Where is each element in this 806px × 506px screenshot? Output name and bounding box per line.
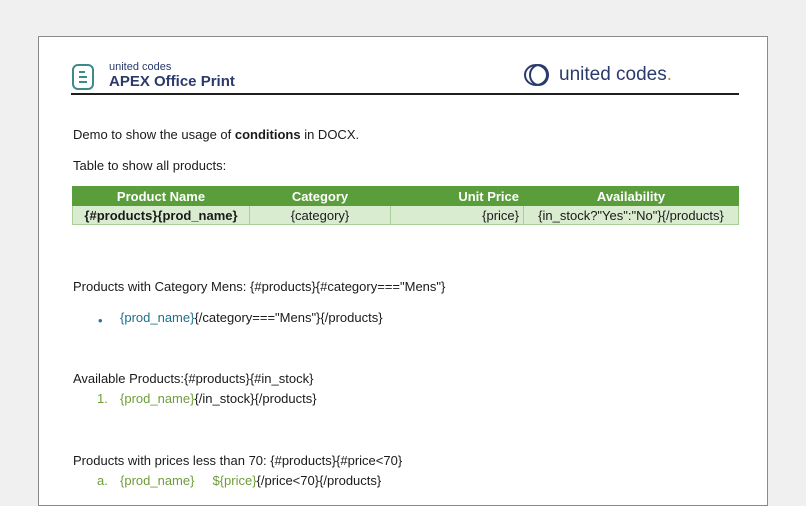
header-unit-price: Unit Price bbox=[390, 186, 524, 206]
brand-small: united codes bbox=[109, 61, 172, 73]
prices-heading: Products with prices less than 70: {#pro… bbox=[73, 453, 403, 468]
wordmark-dot: . bbox=[666, 64, 673, 85]
intro-prefix: Demo to show the usage of bbox=[73, 127, 235, 142]
logo-text: united codes APEX Office Print bbox=[109, 61, 235, 90]
intro-suffix: in DOCX. bbox=[300, 127, 360, 142]
mens-item-rest: {/category==="Mens"}{/products} bbox=[194, 310, 383, 325]
document-icon bbox=[72, 64, 94, 90]
numbered-marker: 1. bbox=[97, 391, 108, 406]
prices-item-price: ${price} bbox=[212, 473, 257, 488]
cell-price: {price} bbox=[390, 205, 524, 225]
document-header: united codes APEX Office Print united co… bbox=[71, 59, 739, 95]
bullet-marker: • bbox=[98, 313, 103, 328]
cell-category: {category} bbox=[249, 205, 391, 225]
united-codes-wordmark: united codes. bbox=[559, 63, 672, 87]
mens-heading: Products with Category Mens: {#products}… bbox=[73, 279, 446, 294]
document-page: united codes APEX Office Print united co… bbox=[38, 36, 768, 506]
available-heading: Available Products:{#products}{#in_stock… bbox=[73, 371, 314, 386]
header-category: Category bbox=[249, 186, 391, 206]
united-codes-logo: united codes. bbox=[523, 63, 703, 87]
mens-item-field: {prod_name} bbox=[120, 310, 195, 325]
wordmark-text: united codes bbox=[559, 64, 667, 85]
available-list-item: {prod_name}{/in_stock}{/products} bbox=[120, 391, 317, 406]
united-codes-mark-icon bbox=[524, 64, 549, 86]
cell-product-name: {#products}{prod_name} bbox=[72, 205, 250, 225]
brand-big: APEX Office Print bbox=[109, 73, 235, 90]
table-row: {#products}{prod_name} {category} {price… bbox=[72, 205, 739, 225]
intro-paragraph: Demo to show the usage of conditions in … bbox=[73, 127, 359, 142]
lettered-marker: a. bbox=[97, 473, 108, 488]
available-item-rest: {/in_stock}{/products} bbox=[194, 391, 317, 406]
available-item-field: {prod_name} bbox=[120, 391, 195, 406]
intro-bold: conditions bbox=[234, 127, 301, 142]
prices-item-rest: {/price<70}{/products} bbox=[256, 473, 382, 488]
prices-list-item: {prod_name} ${price}{/price<70}{/products… bbox=[120, 473, 381, 488]
cell-availability: {in_stock?"Yes":"No"}{/products} bbox=[523, 205, 739, 225]
header-availability: Availability bbox=[523, 186, 739, 206]
table-intro: Table to show all products: bbox=[73, 158, 227, 173]
table-header-row: Product Name Category Unit Price Availab… bbox=[72, 186, 739, 206]
header-product-name: Product Name bbox=[72, 186, 250, 206]
prices-item-field: {prod_name} bbox=[120, 473, 195, 488]
products-table: Product Name Category Unit Price Availab… bbox=[72, 186, 739, 225]
mens-list-item: {prod_name}{/category==="Mens"}{/product… bbox=[120, 310, 383, 325]
